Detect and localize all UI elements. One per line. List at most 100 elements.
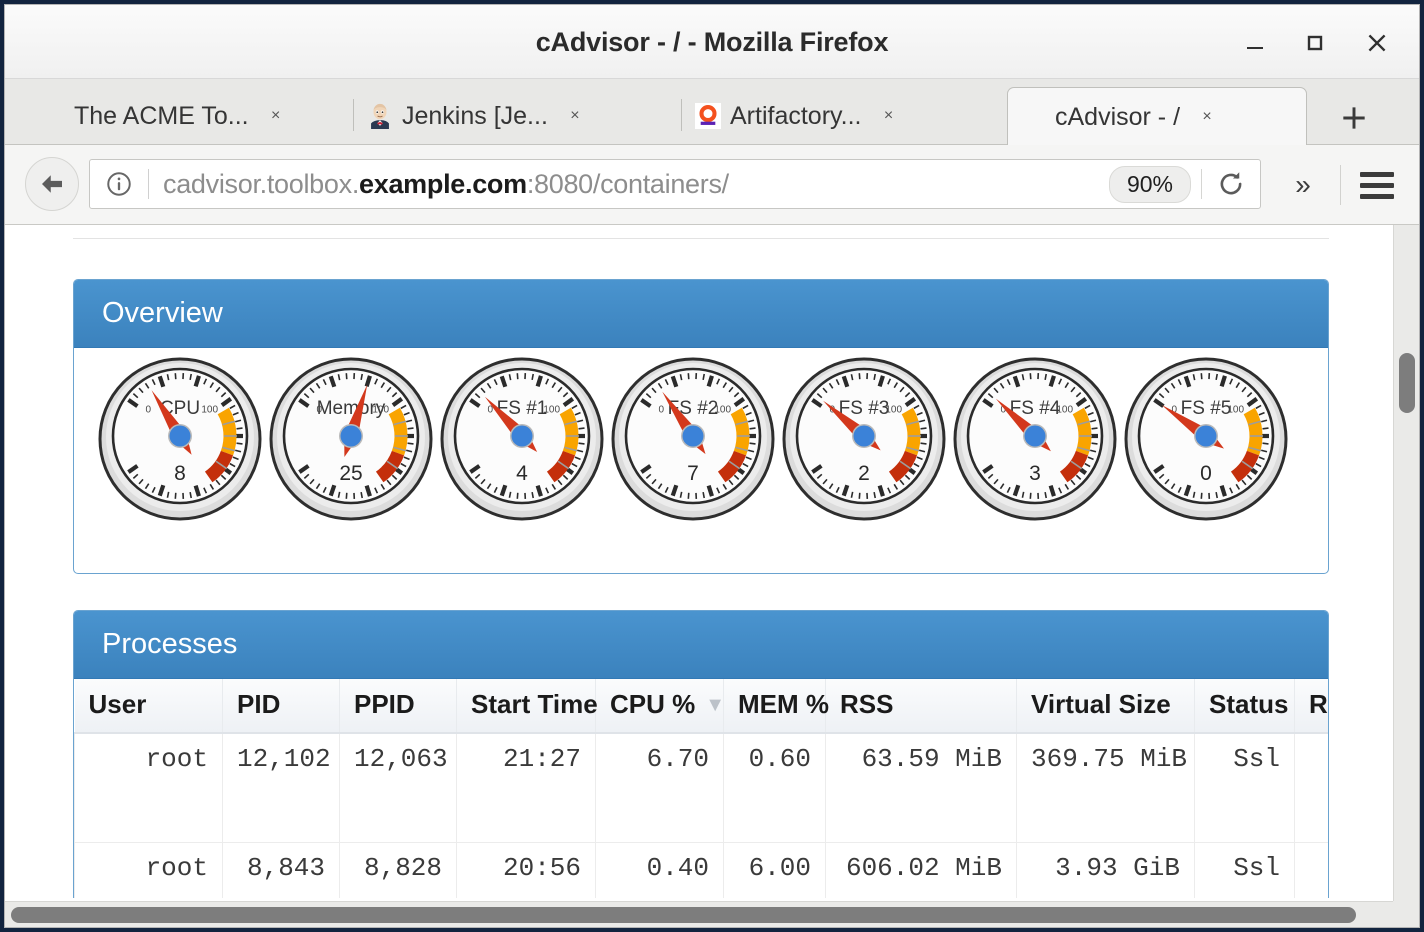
column-header-mem[interactable]: MEM % <box>723 679 829 734</box>
navigation-toolbar: cadvisor.toolbox.example.com:8080/contai… <box>5 145 1419 225</box>
svg-text:100: 100 <box>543 405 560 416</box>
tab-close-button[interactable]: × <box>876 103 902 129</box>
cell-vsize: 369.75 MiB <box>1016 733 1195 843</box>
cell-status: Ssl <box>1194 733 1295 843</box>
cell-run <box>1294 733 1328 843</box>
processes-table-head: User PID PPID Start Time CPU % ▼ MEM % RSS Virtu… <box>74 679 1328 734</box>
column-header-vsize[interactable]: Virtual Size <box>1016 679 1195 734</box>
overview-panel: Overview CPU 0 100 8 Memory 0 100 25 FS #1 0 100 4 F… <box>73 279 1329 574</box>
cell-rss: 606.02 MiB <box>825 842 1017 898</box>
svg-text:100: 100 <box>372 405 389 416</box>
reload-button[interactable] <box>1208 161 1254 207</box>
tab-label: Artifactory... <box>730 101 862 130</box>
new-tab-button[interactable] <box>1335 99 1373 137</box>
cell-mem: 0.60 <box>723 733 826 843</box>
plus-icon <box>1343 107 1365 129</box>
sort-descending-icon: ▼ <box>705 694 726 716</box>
url-bar[interactable]: cadvisor.toolbox.example.com:8080/contai… <box>89 159 1261 209</box>
browser-tab-cadvisor[interactable]: cAdvisor - / × <box>1007 87 1307 146</box>
tab-close-button[interactable]: × <box>562 103 588 129</box>
column-header-label: MEM % <box>738 689 829 719</box>
column-header-rss[interactable]: RSS <box>825 679 1017 734</box>
window-close-button[interactable] <box>1359 25 1395 61</box>
tab-close-button[interactable]: × <box>1194 104 1220 130</box>
toolbar-overflow-button[interactable]: » <box>1283 167 1323 203</box>
hamburger-menu-icon[interactable] <box>1355 165 1399 205</box>
cell-start: 21:27 <box>456 733 596 843</box>
gauge-fs-3: FS #301002 <box>779 354 949 524</box>
browser-tab-acme[interactable]: The ACME To... × <box>39 87 323 145</box>
cell-cpu: 0.40 <box>595 842 724 898</box>
processes-panel-title: Processes <box>74 611 1328 679</box>
svg-text:FS #3: FS #3 <box>839 398 890 419</box>
gauge-fs-4: FS #4 0 100 3 <box>950 354 1120 524</box>
svg-text:100: 100 <box>201 405 218 416</box>
gauge-fs-5: FS #5 0 100 0 <box>1121 354 1291 524</box>
window-minimize-button[interactable] <box>1237 25 1273 61</box>
vertical-scrollbar-thumb[interactable] <box>1399 353 1415 413</box>
cell-run <box>1294 842 1328 898</box>
processes-table: User PID PPID Start Time CPU % ▼ MEM % RSS Virtu… <box>74 679 1328 898</box>
cell-start: 20:56 <box>456 842 596 898</box>
column-header-cpu[interactable]: CPU % ▼ <box>595 679 726 734</box>
column-header-run[interactable]: Ru <box>1294 679 1328 734</box>
browser-tab-artifactory[interactable]: Artifactory... × <box>681 87 981 145</box>
table-row[interactable]: root 8,843 8,828 20:56 0.40 6.00 606.02 MiB 3.9… <box>74 842 1328 898</box>
table-row[interactable]: root 12,102 12,063 21:27 6.70 0.60 63.59 MiB 36… <box>74 733 1328 843</box>
window-titlebar: cAdvisor - / - Mozilla Firefox <box>5 5 1419 79</box>
column-header-label: PID <box>237 689 281 719</box>
column-header-status[interactable]: Status <box>1194 679 1295 734</box>
cell-ppid: 8,828 <box>339 842 457 898</box>
svg-text:3: 3 <box>1029 462 1041 485</box>
tab-close-button[interactable]: × <box>263 103 289 129</box>
gauge-cpu: CPU 0 100 8 <box>95 354 265 524</box>
svg-text:100: 100 <box>885 405 902 416</box>
processes-table-scroll: User PID PPID Start Time CPU % ▼ MEM % RSS Virtu… <box>74 679 1328 898</box>
horizontal-scrollbar-thumb[interactable] <box>11 907 1356 923</box>
svg-text:25: 25 <box>339 462 362 485</box>
window-maximize-button[interactable] <box>1297 25 1333 61</box>
svg-text:100: 100 <box>1056 405 1073 416</box>
column-header-user[interactable]: User <box>74 679 223 734</box>
tab-favicon-placeholder <box>39 103 65 129</box>
url-domain: example.com <box>359 168 527 199</box>
svg-text:100: 100 <box>714 405 731 416</box>
zoom-level-badge[interactable]: 90% <box>1108 165 1191 203</box>
column-header-ppid[interactable]: PPID <box>339 679 457 734</box>
horizontal-scrollbar[interactable] <box>5 901 1393 927</box>
column-header-label: PPID <box>354 689 415 719</box>
column-header-label: Status <box>1209 689 1289 719</box>
svg-text:0: 0 <box>1200 462 1212 485</box>
back-arrow-icon <box>42 175 62 193</box>
scrollbar-corner <box>1393 901 1419 927</box>
url-prefix: cadvisor.toolbox. <box>163 168 360 199</box>
tab-favicon-placeholder <box>1020 104 1046 130</box>
reload-icon <box>1220 172 1242 195</box>
column-header-start[interactable]: Start Time <box>456 679 598 734</box>
info-circle-icon[interactable] <box>104 169 134 199</box>
url-text: cadvisor.toolbox.example.com:8080/contai… <box>163 169 1109 200</box>
cell-mem: 6.00 <box>723 842 826 898</box>
cell-pid: 8,843 <box>222 842 340 898</box>
tab-label: cAdvisor - / <box>1055 102 1181 131</box>
vertical-scrollbar[interactable] <box>1393 225 1419 901</box>
cell-vsize: 3.93 GiB <box>1016 842 1195 898</box>
column-header-label: Ru <box>1309 689 1328 719</box>
svg-text:FS #5: FS #5 <box>1181 398 1232 419</box>
column-header-label: Virtual Size <box>1031 689 1171 719</box>
column-header-label: CPU % <box>610 689 696 719</box>
cell-user: root <box>74 733 223 843</box>
toolbar-divider <box>1340 165 1341 205</box>
processes-panel: Processes User PID PPID Start Time CPU % ▼ MEM… <box>73 610 1329 898</box>
cell-pid: 12,102 <box>222 733 340 843</box>
column-header-pid[interactable]: PID <box>222 679 340 734</box>
svg-text:0: 0 <box>659 405 665 416</box>
svg-text:7: 7 <box>687 462 699 485</box>
jenkins-butler-icon <box>367 103 393 129</box>
back-button[interactable] <box>25 157 79 211</box>
zoom-divider <box>1201 169 1202 199</box>
browser-tab-jenkins[interactable]: Jenkins [Je... × <box>353 87 649 145</box>
svg-text:2: 2 <box>858 462 870 485</box>
processes-table-body: root 12,102 12,063 21:27 6.70 0.60 63.59 MiB 36… <box>74 733 1328 898</box>
column-header-label: User <box>88 689 147 719</box>
